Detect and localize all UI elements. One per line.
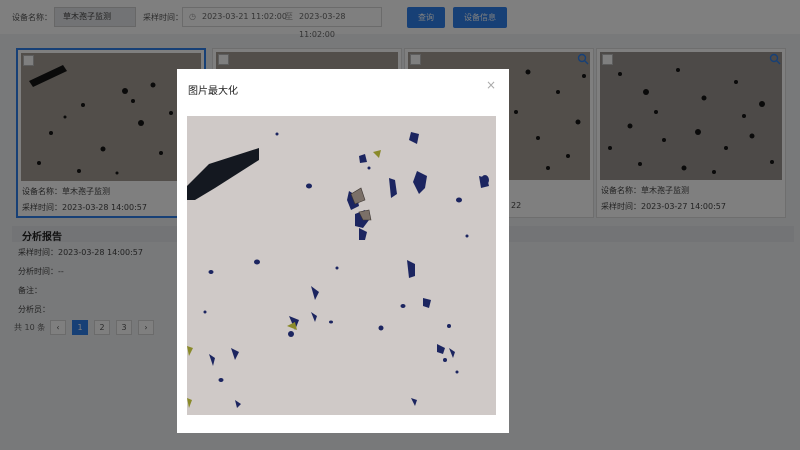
close-icon[interactable]: ×	[486, 78, 496, 92]
image-modal: 图片最大化 ×	[177, 69, 509, 433]
enlarged-sample-image	[187, 116, 496, 415]
modal-title: 图片最大化	[188, 86, 238, 97]
